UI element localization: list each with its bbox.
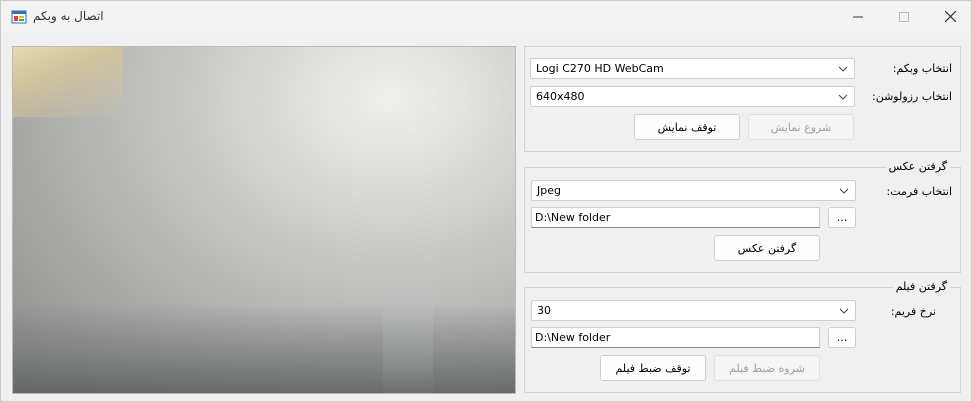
capture-photo-button[interactable]: گرفتن عکس [714, 235, 820, 261]
close-icon [944, 11, 956, 22]
video-capture-group: گرفتن فیلم نرخ فریم: 30 D:\New folder ..… [524, 280, 961, 393]
video-path-value: D:\New folder [535, 331, 611, 344]
start-recording-button[interactable]: شروه ضبط فیلم [714, 355, 820, 381]
photo-capture-group: گرفتن عکس انتخاب فرمت: Jpeg D:\New folde… [524, 160, 961, 273]
framerate-label: نرخ فریم: [890, 305, 936, 318]
resolution-select[interactable]: 640x480 [530, 86, 855, 107]
chevron-down-icon [839, 188, 849, 194]
minimize-button[interactable] [835, 1, 881, 32]
format-value: Jpeg [537, 184, 561, 197]
start-preview-button[interactable]: شروع نمایش [748, 114, 854, 140]
format-select[interactable]: Jpeg [531, 180, 856, 201]
maximize-icon [899, 11, 909, 22]
close-button[interactable] [927, 1, 972, 32]
photo-browse-button[interactable]: ... [828, 207, 856, 228]
video-group-caption: گرفتن فیلم [892, 280, 950, 293]
main-window: اتصال به وبکم انتخاب وبکم: Logi C270 HD … [0, 0, 972, 402]
maximize-button[interactable] [881, 1, 927, 32]
format-label: انتخاب فرمت: [886, 185, 952, 198]
chevron-down-icon [839, 308, 849, 314]
window-title: اتصال به وبکم [33, 9, 104, 23]
webcam-preview [12, 46, 516, 394]
framerate-select[interactable]: 30 [531, 300, 856, 321]
app-icon [11, 10, 27, 24]
webcam-settings-group: انتخاب وبکم: Logi C270 HD WebCam انتخاب … [524, 46, 961, 152]
photo-path-input[interactable]: D:\New folder [531, 207, 820, 228]
framerate-value: 30 [537, 304, 551, 317]
video-path-input[interactable]: D:\New folder [531, 327, 820, 348]
device-select[interactable]: Logi C270 HD WebCam [530, 58, 855, 79]
chevron-down-icon [838, 66, 848, 72]
title-bar: اتصال به وبکم [1, 1, 971, 32]
video-browse-button[interactable]: ... [828, 327, 856, 348]
photo-path-value: D:\New folder [535, 211, 611, 224]
photo-group-caption: گرفتن عکس [885, 160, 950, 173]
chevron-down-icon [838, 94, 848, 100]
stop-recording-button[interactable]: توقف ضبط فیلم [600, 355, 706, 381]
device-value: Logi C270 HD WebCam [536, 62, 664, 75]
device-label: انتخاب وبکم: [892, 62, 952, 75]
stop-preview-button[interactable]: توقف نمایش [634, 114, 740, 140]
resolution-label: انتخاب رزولوشن: [871, 90, 952, 103]
resolution-value: 640x480 [536, 90, 585, 103]
minimize-icon [853, 16, 863, 17]
